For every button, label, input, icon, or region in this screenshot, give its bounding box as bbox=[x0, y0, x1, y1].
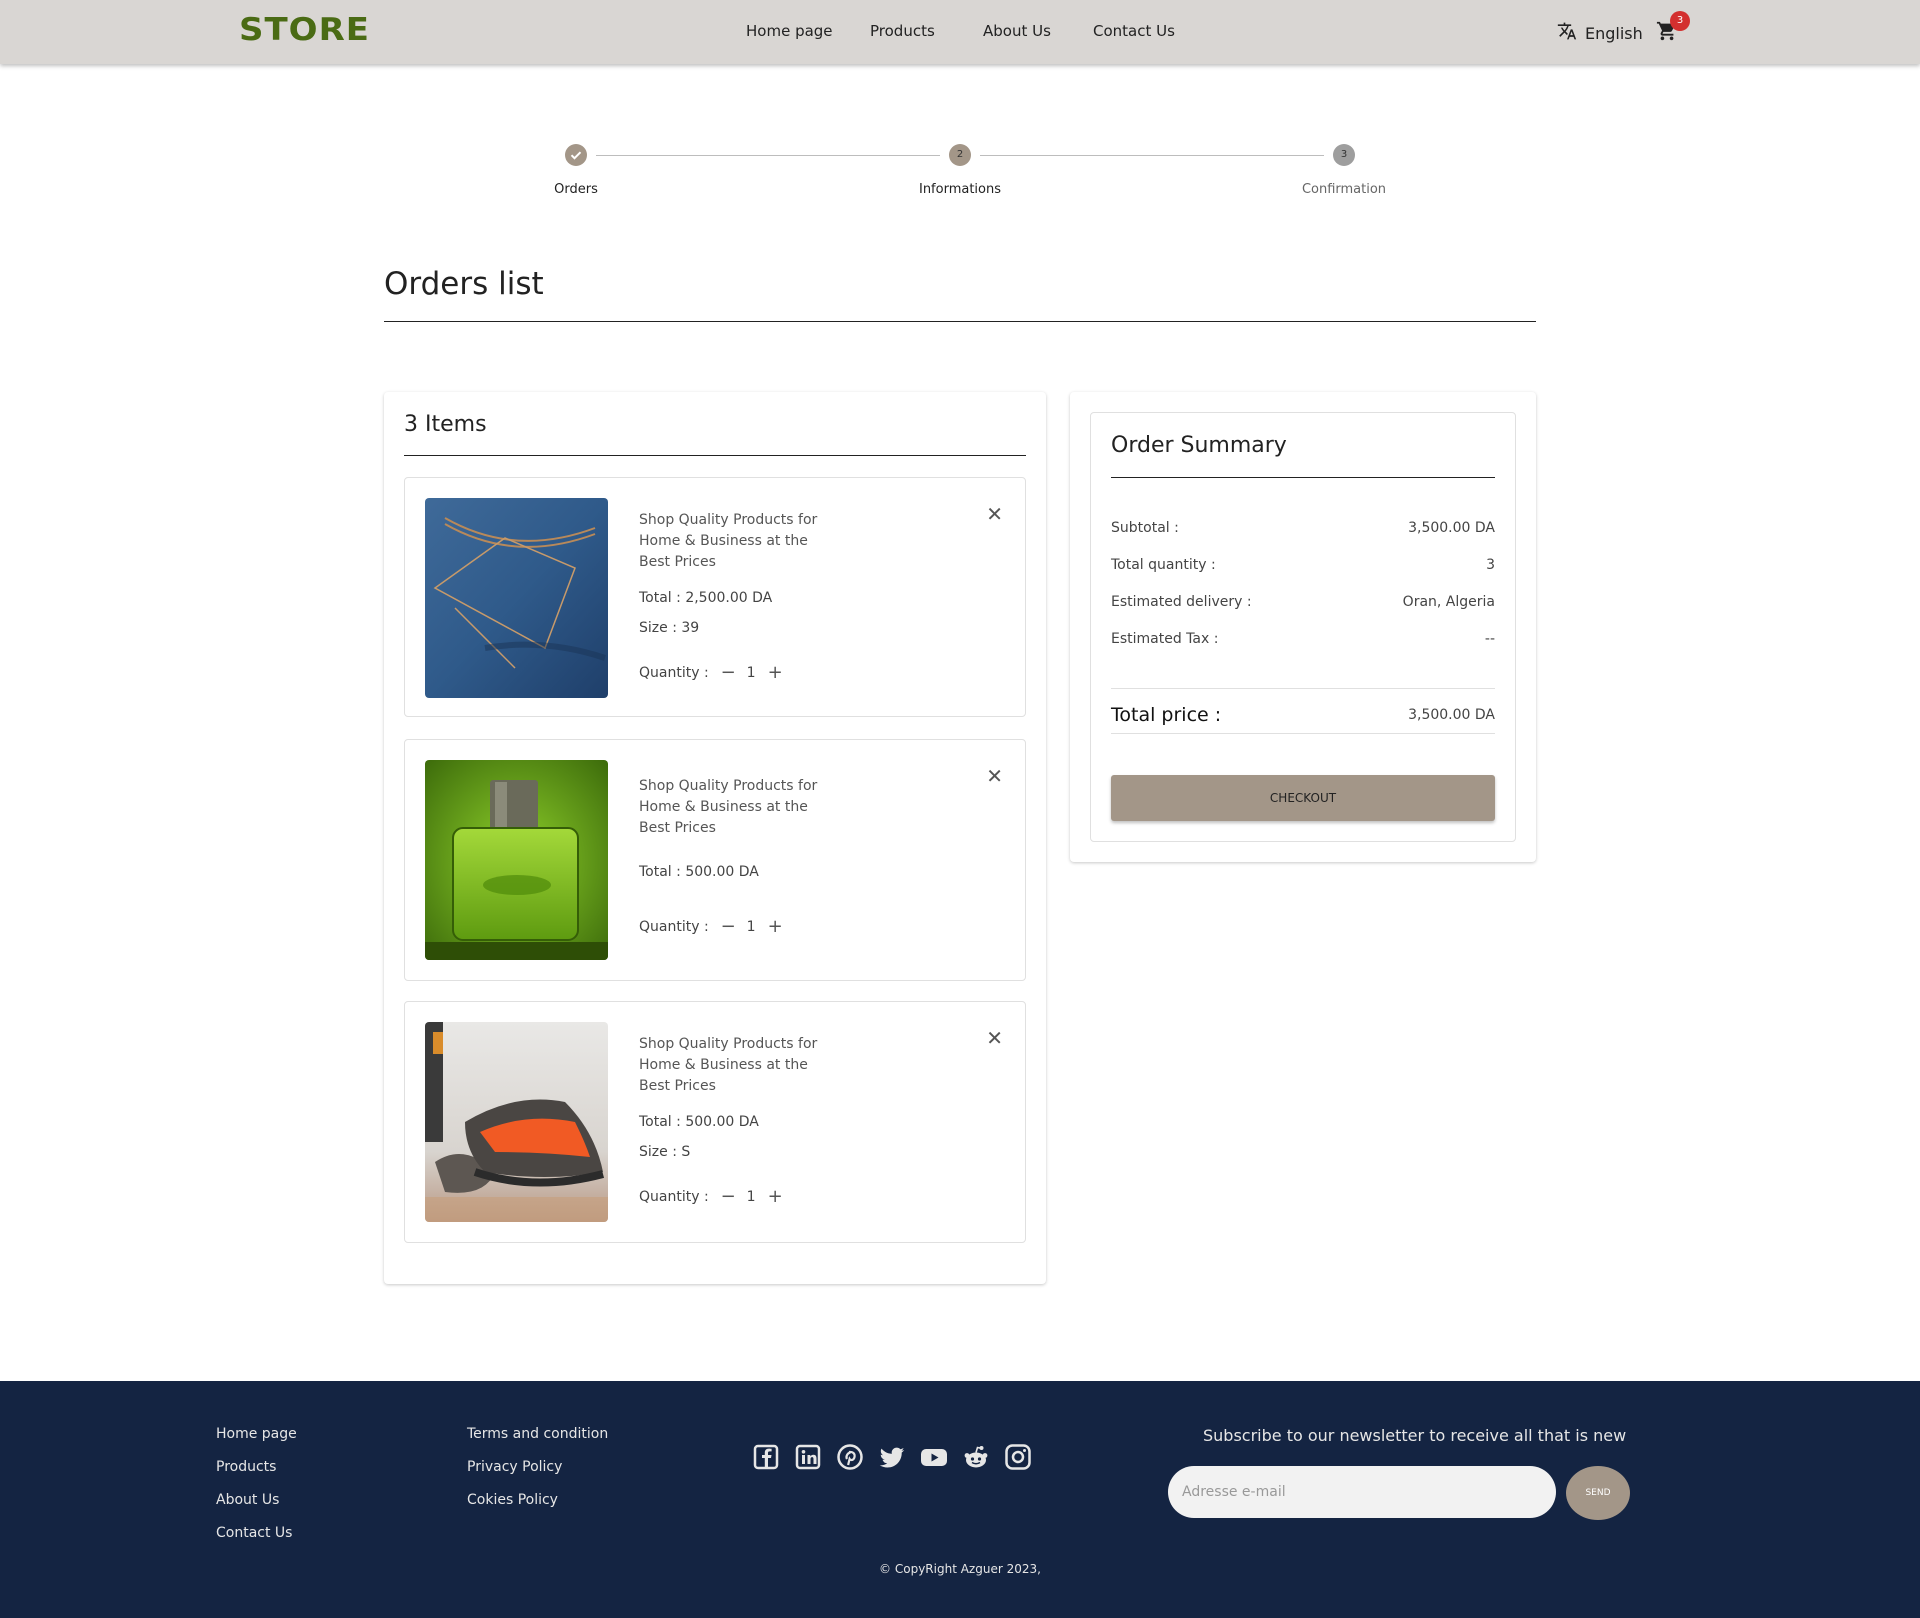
order-summary-title: Order Summary bbox=[1111, 433, 1287, 458]
plus-icon[interactable]: + bbox=[768, 1186, 783, 1207]
store-logo[interactable]: STORE bbox=[239, 12, 370, 49]
language-selector[interactable]: English bbox=[1557, 21, 1643, 45]
quantity-stepper: Quantity : − 1 + bbox=[639, 916, 783, 937]
top-header: STORE Home page Products About Us Contac… bbox=[0, 0, 1920, 64]
newsletter-email-input[interactable] bbox=[1168, 1466, 1556, 1518]
product-name: Shop Quality Products for Home & Busines… bbox=[639, 512, 818, 570]
summary-row-quantity: Total quantity : 3 bbox=[1111, 557, 1495, 573]
cart-item: Shop Quality Products for Home & Busines… bbox=[404, 477, 1026, 717]
minus-icon[interactable]: − bbox=[721, 662, 736, 683]
summary-row-subtotal: Subtotal : 3,500.00 DA bbox=[1111, 520, 1495, 536]
reddit-icon[interactable] bbox=[962, 1443, 990, 1471]
quantity-stepper: Quantity : − 1 + bbox=[639, 1186, 783, 1207]
product-name: Shop Quality Products for Home & Busines… bbox=[639, 1036, 818, 1094]
facebook-icon[interactable] bbox=[752, 1443, 780, 1471]
youtube-icon[interactable] bbox=[920, 1443, 948, 1471]
copyright-text: © CopyRight Azguer 2023, bbox=[879, 1562, 1041, 1576]
product-total: Total : 500.00 DA bbox=[639, 864, 759, 880]
instagram-icon[interactable] bbox=[1004, 1443, 1032, 1471]
plus-icon[interactable]: + bbox=[768, 662, 783, 683]
items-panel: 3 Items Shop Quality Products for Home &… bbox=[384, 392, 1046, 1284]
cart-item: Shop Quality Products for Home & Busines… bbox=[404, 739, 1026, 981]
quantity-value: 1 bbox=[746, 918, 756, 935]
site-footer: Home page Products About Us Contact Us T… bbox=[0, 1381, 1920, 1618]
checkout-button[interactable]: CHECKOUT bbox=[1111, 775, 1495, 821]
items-divider bbox=[404, 455, 1026, 456]
step-label-confirmation: Confirmation bbox=[1301, 182, 1387, 197]
product-image-jeans[interactable] bbox=[425, 498, 608, 698]
summary-value: Oran, Algeria bbox=[1402, 594, 1495, 610]
nav-home[interactable]: Home page bbox=[746, 22, 833, 40]
summary-label: Total quantity : bbox=[1111, 557, 1216, 573]
product-image-sneakers[interactable] bbox=[425, 1022, 608, 1222]
footer-link-cookies[interactable]: Cokies Policy bbox=[467, 1492, 558, 1508]
cart-item: Shop Quality Products for Home & Busines… bbox=[404, 1001, 1026, 1243]
plus-icon[interactable]: + bbox=[768, 916, 783, 937]
nav-about[interactable]: About Us bbox=[983, 22, 1051, 40]
items-count-title: 3 Items bbox=[404, 412, 487, 437]
footer-link-products[interactable]: Products bbox=[216, 1459, 276, 1475]
nav-products[interactable]: Products bbox=[870, 22, 935, 40]
linkedin-icon[interactable] bbox=[794, 1443, 822, 1471]
summary-divider bbox=[1111, 477, 1495, 478]
product-image-perfume[interactable] bbox=[425, 760, 608, 960]
summary-row-tax: Estimated Tax : -- bbox=[1111, 631, 1495, 647]
close-icon[interactable]: ✕ bbox=[986, 502, 1003, 526]
quantity-label: Quantity : bbox=[639, 1188, 709, 1205]
product-size: Size : S bbox=[639, 1144, 691, 1160]
step-label-informations: Informations bbox=[918, 182, 1002, 197]
summary-label: Estimated Tax : bbox=[1111, 631, 1219, 647]
close-icon[interactable]: ✕ bbox=[986, 764, 1003, 788]
pinterest-icon[interactable] bbox=[836, 1443, 864, 1471]
step-label-orders: Orders bbox=[554, 182, 598, 197]
footer-link-privacy[interactable]: Privacy Policy bbox=[467, 1459, 562, 1475]
summary-label: Subtotal : bbox=[1111, 520, 1179, 536]
close-icon[interactable]: ✕ bbox=[986, 1026, 1003, 1050]
total-price-label: Total price : bbox=[1111, 704, 1222, 726]
summary-label: Estimated delivery : bbox=[1111, 594, 1252, 610]
quantity-label: Quantity : bbox=[639, 664, 709, 681]
quantity-value: 1 bbox=[746, 1188, 756, 1205]
nav-contact[interactable]: Contact Us bbox=[1093, 22, 1175, 40]
social-links bbox=[752, 1443, 1032, 1471]
product-size: Size : 39 bbox=[639, 620, 700, 636]
language-label: English bbox=[1585, 23, 1643, 43]
product-name: Shop Quality Products for Home & Busines… bbox=[639, 778, 818, 836]
total-top-divider bbox=[1111, 688, 1495, 689]
product-total: Total : 500.00 DA bbox=[639, 1114, 759, 1130]
step-2-number: 2 bbox=[949, 144, 971, 166]
translate-icon bbox=[1557, 21, 1577, 45]
cart-count-badge: 3 bbox=[1670, 11, 1690, 31]
summary-value: 3 bbox=[1486, 557, 1495, 573]
newsletter-heading: Subscribe to our newsletter to receive a… bbox=[1203, 1426, 1627, 1445]
page-title: Orders list bbox=[384, 266, 544, 302]
step-3-number: 3 bbox=[1333, 144, 1355, 166]
order-summary-panel: Order Summary Subtotal : 3,500.00 DA Tot… bbox=[1070, 392, 1536, 862]
footer-link-contact[interactable]: Contact Us bbox=[216, 1525, 292, 1541]
quantity-value: 1 bbox=[746, 664, 756, 681]
summary-total-row: Total price : 3,500.00 DA bbox=[1111, 704, 1495, 726]
total-price-value: 3,500.00 DA bbox=[1408, 707, 1495, 723]
twitter-icon[interactable] bbox=[878, 1443, 906, 1471]
step-connector bbox=[596, 155, 940, 156]
title-divider bbox=[384, 321, 1536, 322]
footer-link-about[interactable]: About Us bbox=[216, 1492, 279, 1508]
minus-icon[interactable]: − bbox=[721, 916, 736, 937]
newsletter-send-button[interactable]: SEND bbox=[1566, 1466, 1630, 1520]
order-summary-card: Order Summary Subtotal : 3,500.00 DA Tot… bbox=[1090, 412, 1516, 842]
step-connector bbox=[980, 155, 1324, 156]
summary-row-delivery: Estimated delivery : Oran, Algeria bbox=[1111, 594, 1495, 610]
summary-value: -- bbox=[1484, 631, 1495, 647]
step-1-check-icon bbox=[565, 144, 587, 166]
product-total: Total : 2,500.00 DA bbox=[639, 590, 773, 606]
footer-link-terms[interactable]: Terms and condition bbox=[467, 1426, 608, 1442]
minus-icon[interactable]: − bbox=[721, 1186, 736, 1207]
footer-link-home[interactable]: Home page bbox=[216, 1426, 297, 1442]
quantity-label: Quantity : bbox=[639, 918, 709, 935]
total-bottom-divider bbox=[1111, 733, 1495, 734]
quantity-stepper: Quantity : − 1 + bbox=[639, 662, 783, 683]
summary-value: 3,500.00 DA bbox=[1408, 520, 1495, 536]
